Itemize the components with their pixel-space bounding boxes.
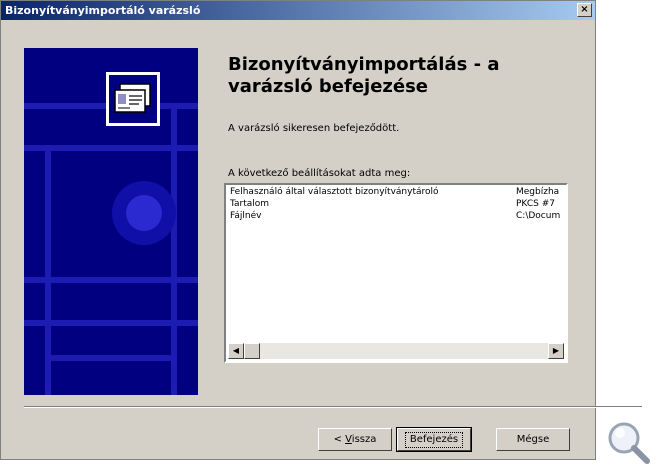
certificate-icon [106,72,160,126]
settings-label: A következő beállításokat adta meg: [228,168,411,179]
page-heading: Bizonyítványimportálás - a varázsló befe… [228,54,568,98]
magnifier-icon[interactable] [604,418,652,466]
back-button-prefix: < [333,434,346,445]
divider-highlight [24,407,642,408]
heading-line-1: Bizonyítványimportálás - a [228,54,500,75]
finish-button[interactable]: Befejezés [396,427,472,452]
wizard-banner [24,48,198,395]
setting-key: Tartalom [230,199,270,209]
setting-value: Megbízha [516,187,560,197]
back-button[interactable]: < Vissza [318,428,392,451]
settings-list[interactable]: Felhasználó által választott bizonyítván… [224,183,568,363]
chevron-right-icon: ▶ [552,346,560,355]
cancel-button[interactable]: Mégse [496,428,570,451]
close-button[interactable]: × [577,3,592,17]
scroll-right-button[interactable]: ▶ [548,343,564,359]
setting-value: PKCS #7 [516,199,555,209]
list-item[interactable]: Felhasználó által választott bizonyítván… [230,187,566,199]
back-button-mnemonic: V [345,434,352,445]
title-bar[interactable]: Bizonyítványimportáló varázsló × [1,1,595,20]
setting-key: Fájlnév [230,211,262,221]
setting-value: C:\Docum [516,211,561,221]
list-item[interactable]: Tartalom PKCS #7 [230,199,566,211]
horizontal-scrollbar[interactable]: ◀ ▶ [228,343,564,359]
list-item[interactable]: Fájlnév C:\Docum [230,211,566,223]
completion-message: A varázsló sikeresen befejeződött. [228,123,400,134]
window-title: Bizonyítványimportáló varázsló [5,4,201,17]
scroll-thumb[interactable] [244,343,260,359]
scroll-left-button[interactable]: ◀ [228,343,244,359]
heading-line-2: varázsló befejezése [228,76,429,97]
chevron-left-icon: ◀ [232,346,240,355]
setting-key: Felhasználó által választott bizonyítván… [230,187,439,197]
back-button-label: issza [351,434,377,445]
finish-button-label: Befejezés [404,432,464,448]
